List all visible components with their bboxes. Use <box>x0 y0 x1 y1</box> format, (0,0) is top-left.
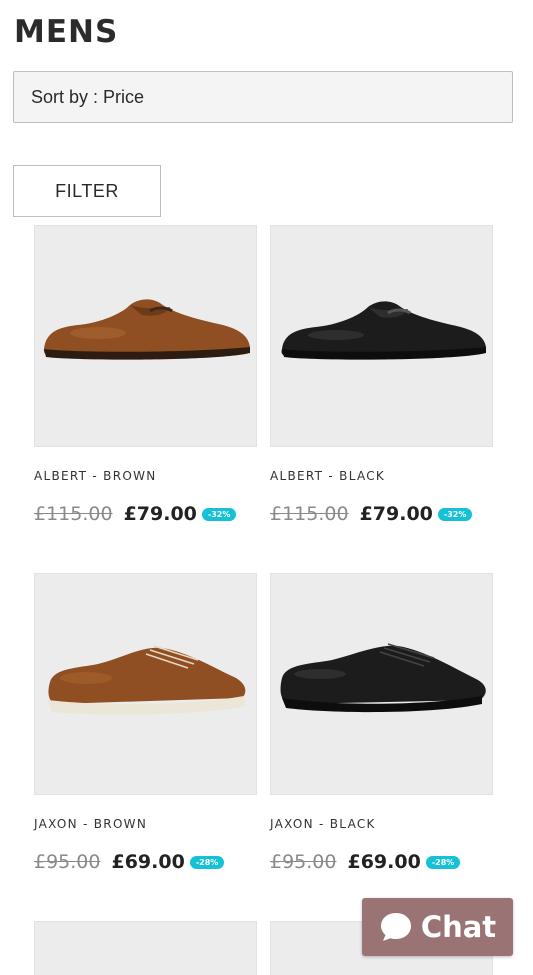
sneaker-shoe-image <box>280 643 486 713</box>
product-card[interactable]: JAXON - BLACK £95.00 £69.00 -28% <box>270 573 493 873</box>
chat-button-label: Chat <box>420 910 497 944</box>
product-prices: £115.00 £79.00 -32% <box>34 503 237 525</box>
old-price: £115.00 <box>34 503 113 525</box>
sneaker-shoe-image <box>48 645 246 715</box>
product-name[interactable]: JAXON - BLACK <box>270 817 376 831</box>
chat-button[interactable]: Chat <box>362 898 513 956</box>
sale-price: £69.00 <box>347 851 421 873</box>
product-image[interactable] <box>34 225 257 447</box>
loafer-shoe-image <box>281 301 486 360</box>
filter-button[interactable]: FILTER <box>13 165 161 217</box>
product-image[interactable] <box>34 921 257 975</box>
product-image[interactable] <box>34 573 257 795</box>
product-card[interactable]: JAXON - BROWN £95.00 £69.00 -28% <box>34 573 257 873</box>
product-prices: £95.00 £69.00 -28% <box>34 851 225 873</box>
product-card[interactable]: ALBERT - BLACK £115.00 £79.00 -32% <box>270 225 493 525</box>
discount-badge: -32% <box>201 507 237 521</box>
product-prices: £115.00 £79.00 -32% <box>270 503 473 525</box>
sale-price: £69.00 <box>111 851 185 873</box>
old-price: £95.00 <box>270 851 337 873</box>
discount-badge: -32% <box>437 507 473 521</box>
old-price: £115.00 <box>270 503 349 525</box>
sort-select[interactable]: Sort by : Price <box>13 71 513 123</box>
product-card[interactable] <box>34 921 257 975</box>
product-image[interactable] <box>270 573 493 795</box>
sale-price: £79.00 <box>359 503 433 525</box>
product-image[interactable] <box>270 225 493 447</box>
product-name[interactable]: ALBERT - BROWN <box>34 469 157 483</box>
sort-select-label: Sort by : Price <box>31 86 145 107</box>
old-price: £95.00 <box>34 851 101 873</box>
product-card[interactable]: ALBERT - BROWN £115.00 £79.00 -32% <box>34 225 257 525</box>
page-title: MENS <box>14 14 119 50</box>
product-name[interactable]: JAXON - BROWN <box>34 817 147 831</box>
product-prices: £95.00 £69.00 -28% <box>270 851 461 873</box>
chat-bubble-icon <box>379 910 413 944</box>
loafer-shoe-image <box>43 299 250 360</box>
discount-badge: -28% <box>189 855 225 869</box>
product-name[interactable]: ALBERT - BLACK <box>270 469 385 483</box>
sale-price: £79.00 <box>123 503 197 525</box>
filter-button-label: FILTER <box>55 180 119 201</box>
discount-badge: -28% <box>425 855 461 869</box>
